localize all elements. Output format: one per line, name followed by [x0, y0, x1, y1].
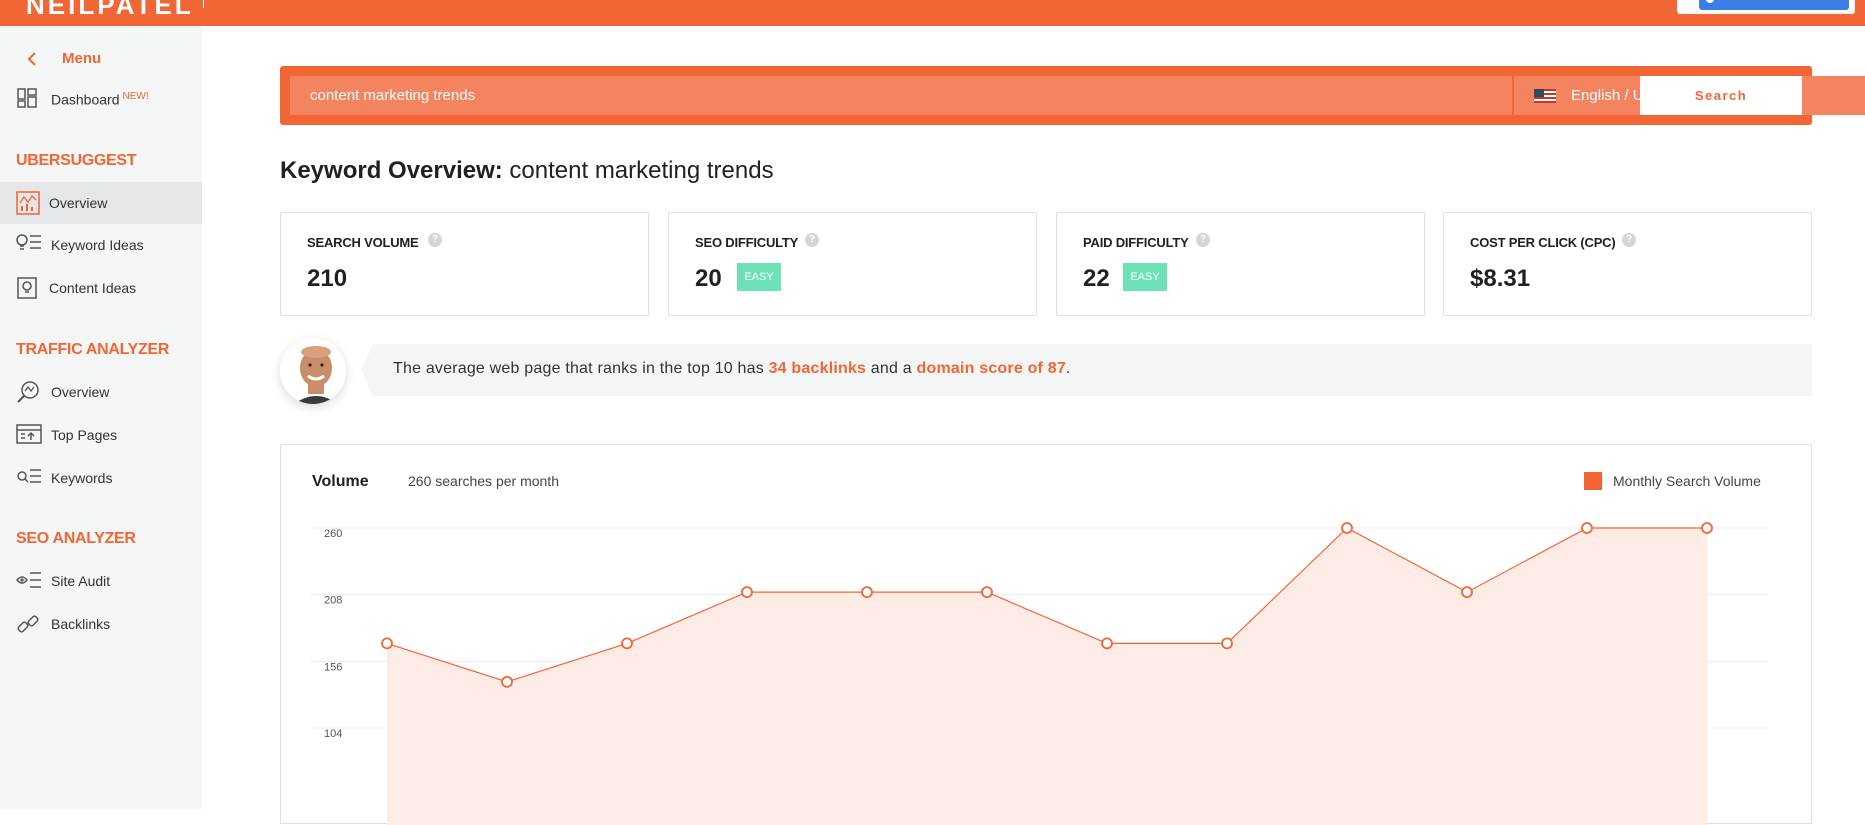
- content-icon: [16, 276, 40, 300]
- section-heading-seo-analyzer: SEO ANALYZER: [16, 530, 136, 547]
- tip-arrow: [361, 344, 373, 396]
- data-point[interactable]: [1581, 522, 1593, 534]
- sign-in-button-fill: [1699, 0, 1849, 10]
- section-heading-ubersuggest: UBERSUGGEST: [16, 152, 137, 169]
- metric-label: PAID DIFFICULTY: [1083, 235, 1189, 250]
- new-badge: NEW!: [122, 90, 149, 102]
- metric-label: COST PER CLICK (CPC): [1470, 235, 1616, 250]
- data-point[interactable]: [1221, 637, 1233, 650]
- sidebar-item-backlinks[interactable]: Backlinks: [0, 603, 202, 645]
- brand-separator: [203, 0, 204, 8]
- data-point[interactable]: [501, 675, 513, 688]
- domain-score-highlight: domain score of 87: [916, 360, 1066, 377]
- legend-swatch[interactable]: [1584, 472, 1602, 490]
- sidebar-item-content-ideas[interactable]: Content Ideas: [0, 267, 202, 309]
- top-pages-icon: [16, 423, 42, 447]
- data-point[interactable]: [1341, 522, 1353, 534]
- eye-list-icon: [16, 569, 41, 593]
- chart-icon: [16, 191, 40, 215]
- lightbulb-list-icon: [16, 233, 41, 257]
- data-point[interactable]: [981, 586, 993, 599]
- help-icon[interactable]: ?: [1622, 233, 1636, 247]
- avatar: [280, 338, 346, 404]
- legend-label[interactable]: Monthly Search Volume: [1613, 473, 1761, 489]
- metric-label: SEO DIFFICULTY: [695, 235, 799, 250]
- series-area: [387, 528, 1707, 825]
- sidebar-item-label: Site Audit: [51, 573, 111, 589]
- data-point[interactable]: [861, 586, 873, 599]
- magnifier-chart-icon: [16, 380, 40, 404]
- search-button[interactable]: Search: [1640, 76, 1802, 115]
- y-tick-label: 104: [324, 728, 342, 740]
- sidebar-item-keywords[interactable]: Keywords: [0, 457, 202, 499]
- sidebar-item-label: Keyword Ideas: [51, 237, 144, 253]
- status-badge: EASY: [1123, 263, 1167, 291]
- metric-value: 20: [695, 265, 722, 292]
- help-icon[interactable]: ?: [805, 233, 819, 247]
- y-tick-label: 156: [324, 661, 342, 673]
- dashboard-icon: [16, 87, 40, 111]
- brand-logo[interactable]: NEILPATEL: [26, 0, 194, 21]
- keyword-search-input[interactable]: [290, 76, 1512, 115]
- language-code: [228, 0, 240, 2]
- backlink-tip: The average web page that ranks in the t…: [373, 344, 1812, 396]
- metric-label: SEARCH VOLUME: [307, 235, 419, 250]
- data-point[interactable]: [1101, 637, 1113, 650]
- backlinks-highlight: 34 backlinks: [768, 360, 867, 377]
- data-point[interactable]: [381, 637, 393, 650]
- status-badge: EASY: [737, 263, 781, 291]
- sidebar-item-label: Overview: [51, 384, 110, 400]
- us-flag-icon: [1534, 89, 1556, 103]
- link-icon: [16, 612, 40, 636]
- sidebar-item-dashboard[interactable]: Dashboard NEW!: [0, 78, 202, 120]
- sidebar-item-label: Backlinks: [51, 616, 111, 632]
- metric-card-cpc: COST PER CLICK (CPC) ? $8.31: [1443, 212, 1812, 316]
- sidebar-item-label: Overview: [49, 195, 108, 211]
- sidebar-item-top-pages[interactable]: Top Pages: [0, 414, 202, 456]
- sidebar-item-label: Dashboard NEW!: [51, 90, 149, 108]
- chevron-left-icon[interactable]: [26, 51, 38, 71]
- top-bar: NEILPATEL: [0, 0, 1865, 26]
- page-title: Keyword Overview: content marketing tren…: [280, 157, 774, 184]
- sidebar-item-keyword-ideas[interactable]: Keyword Ideas: [0, 224, 202, 266]
- volume-chart: 260 208 156 104: [311, 522, 1768, 825]
- sidebar-item-label: Top Pages: [51, 427, 118, 443]
- google-sign-in-button[interactable]: [1677, 0, 1855, 14]
- menu-label[interactable]: Menu: [62, 50, 101, 67]
- data-point[interactable]: [621, 637, 633, 650]
- sidebar-item-label: Keywords: [51, 470, 113, 486]
- data-point[interactable]: [741, 586, 753, 599]
- y-tick-label: 208: [324, 595, 342, 607]
- sidebar: Menu Dashboard NEW! UBERSUGGEST Overview …: [0, 26, 202, 809]
- data-point[interactable]: [1461, 586, 1473, 599]
- metric-card-seo-difficulty: SEO DIFFICULTY ? 20 EASY: [668, 212, 1037, 316]
- help-icon[interactable]: ?: [1196, 233, 1210, 247]
- chart-title: Volume: [312, 473, 369, 490]
- chart-subtitle: 260 searches per month: [408, 473, 559, 489]
- metric-card-search-volume: SEARCH VOLUME ? 210: [280, 212, 649, 316]
- sidebar-item-overview[interactable]: Overview: [0, 182, 202, 224]
- section-heading-traffic-analyzer: TRAFFIC ANALYZER: [16, 341, 170, 358]
- metric-value: 22: [1083, 265, 1110, 292]
- metric-value: 210: [307, 265, 348, 292]
- sidebar-item-site-audit[interactable]: Site Audit: [0, 560, 202, 602]
- search-bar: English / United States Search: [280, 66, 1865, 125]
- volume-chart-card: 260 208 156 104 Volume 260 searches per mon…: [280, 444, 1812, 825]
- help-icon[interactable]: ?: [428, 233, 442, 247]
- metric-value: $8.31: [1470, 265, 1531, 292]
- search-list-icon: [16, 466, 41, 490]
- y-tick-label: 260: [324, 528, 342, 540]
- sidebar-item-traffic-overview[interactable]: Overview: [0, 371, 202, 413]
- sidebar-item-label: Content Ideas: [49, 280, 137, 296]
- page-title-keyword: content marketing trends: [509, 157, 774, 184]
- data-point[interactable]: [1701, 522, 1713, 534]
- metric-card-paid-difficulty: PAID DIFFICULTY ? 22 EASY: [1056, 212, 1425, 316]
